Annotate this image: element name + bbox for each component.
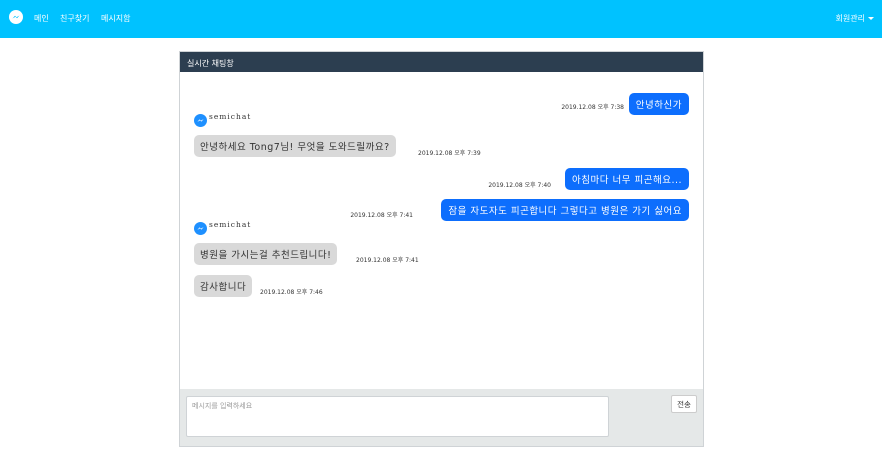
account-menu[interactable]: 회원관리 — [836, 13, 874, 24]
nav-messages-link[interactable]: 메시지함 — [101, 13, 130, 24]
chat-panel: 실시간 채팅창 2019.12.08 오후 7:38 안녕하신가 semicha… — [179, 51, 704, 447]
chat-messages: 2019.12.08 오후 7:38 안녕하신가 semichat 안녕하세요 … — [180, 72, 703, 389]
my-message-bubble: 잠을 자도자도 피곤합니다 그렇다고 병원은 가기 싫어요 — [441, 199, 689, 221]
bot-message-bubble: 감사합니다 — [194, 275, 253, 297]
chat-title: 실시간 채팅창 — [187, 59, 234, 68]
nav-main-link[interactable]: 메인 — [34, 13, 49, 24]
message-time: 2019.12.08 오후 7:38 — [561, 104, 624, 111]
message-time: 2019.12.08 오후 7:39 — [418, 150, 481, 157]
message-time: 2019.12.08 오후 7:40 — [488, 182, 551, 189]
my-message-bubble: 안녕하신가 — [628, 93, 689, 115]
messenger-logo-glyph — [12, 15, 20, 19]
account-menu-label: 회원관리 — [835, 14, 865, 23]
nav-find-friends-link[interactable]: 친구찾기 — [60, 13, 89, 24]
message-time: 2019.12.08 오후 7:41 — [356, 257, 419, 264]
message-time: 2019.12.08 오후 7:41 — [350, 212, 413, 219]
messenger-avatar-icon — [194, 222, 207, 235]
message-input[interactable] — [186, 396, 609, 437]
my-message-bubble: 아침마다 너무 피곤해요... — [565, 168, 689, 190]
messenger-logo-icon[interactable] — [9, 10, 23, 24]
messenger-avatar-glyph — [197, 227, 204, 230]
sender-name: semichat — [209, 112, 252, 121]
messenger-avatar-icon — [194, 114, 207, 127]
bot-sender: semichat — [194, 220, 252, 235]
caret-down-icon — [868, 17, 874, 20]
sender-name: semichat — [209, 220, 252, 229]
message-time: 2019.12.08 오후 7:46 — [260, 289, 323, 296]
bot-message-bubble: 안녕하세요 Tong7님! 무엇을 도와드릴까요? — [194, 135, 396, 157]
send-button[interactable]: 전송 — [671, 395, 697, 413]
top-navbar: 메인 친구찾기 메시지함 회원관리 — [0, 0, 882, 38]
chat-input-area: 전송 — [180, 389, 703, 446]
messenger-avatar-glyph — [197, 119, 204, 122]
chat-panel-header: 실시간 채팅창 — [180, 52, 703, 72]
bot-message-bubble: 병원을 가시는걸 추천드립니다! — [194, 243, 338, 265]
bot-sender: semichat — [194, 112, 252, 127]
